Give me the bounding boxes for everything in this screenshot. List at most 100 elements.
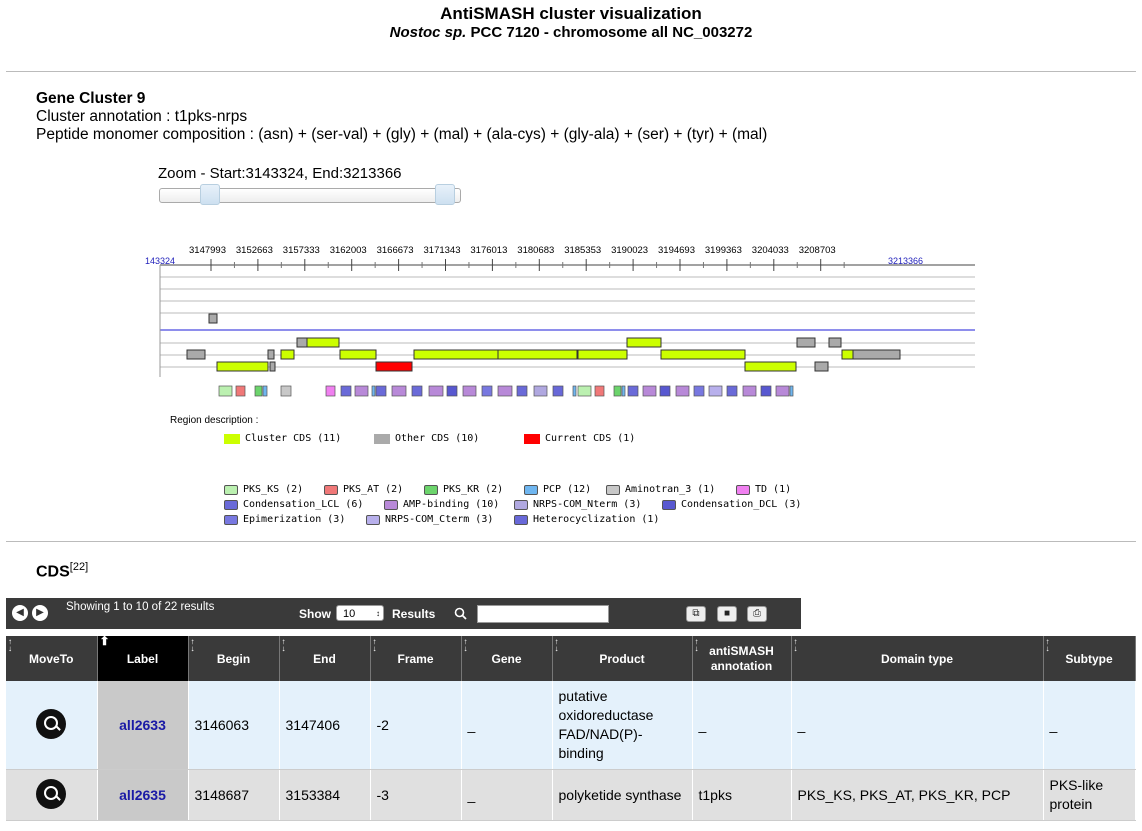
next-page-icon[interactable]: ▶ xyxy=(32,605,48,621)
domain-amp-binding[interactable] xyxy=(775,385,790,397)
domain-condensation-lcl[interactable] xyxy=(411,385,423,397)
cds-other[interactable] xyxy=(267,349,275,360)
domain-condensation-lcl[interactable] xyxy=(627,385,639,397)
domain-pcp[interactable] xyxy=(621,385,626,397)
domain-condensation-dcl[interactable] xyxy=(659,385,671,397)
domain-condensation-dcl[interactable] xyxy=(446,385,458,397)
save-icon[interactable]: ■ xyxy=(717,606,737,622)
domain-epimerization[interactable] xyxy=(693,385,705,397)
domain-amp-binding[interactable] xyxy=(497,385,513,397)
domain-pcp[interactable] xyxy=(371,385,376,397)
legend-label: Condensation_DCL (3) xyxy=(681,499,802,510)
domain-amp-binding[interactable] xyxy=(742,385,757,397)
magnifier-icon[interactable] xyxy=(36,708,67,739)
cds-other[interactable] xyxy=(852,349,901,360)
ruler-ticks: 3147993 3152663 3157333 3162003 3166673 31713… xyxy=(189,245,845,271)
cds-cluster[interactable] xyxy=(577,349,628,360)
cds-other[interactable] xyxy=(208,313,218,324)
domain-nrps-com-cterm[interactable] xyxy=(708,385,723,397)
domain-pks-ks[interactable] xyxy=(218,385,233,397)
domain-condensation-lcl[interactable] xyxy=(340,385,352,397)
domain-legend-item: PKS_KS (2) xyxy=(224,484,303,495)
col-product[interactable]: ↑ ↓ Product xyxy=(552,636,693,681)
domain-pcp[interactable] xyxy=(572,385,577,397)
divider xyxy=(6,71,1136,72)
cds-other[interactable] xyxy=(828,337,842,348)
domain-epimerization[interactable] xyxy=(481,385,493,397)
search-input[interactable] xyxy=(477,605,609,623)
results-summary: Showing 1 to 10 of 22 results xyxy=(66,601,215,613)
domain-amp-binding[interactable] xyxy=(354,385,369,397)
domain-nrps-com-nterm[interactable] xyxy=(533,385,548,397)
domain-aminotran[interactable] xyxy=(280,385,292,397)
domain-td[interactable] xyxy=(325,385,336,397)
cds-other[interactable] xyxy=(186,349,206,360)
cds-cluster[interactable] xyxy=(306,337,340,348)
col-label-sorted[interactable]: ⬆ Label xyxy=(97,635,189,681)
domain-legend-item: PKS_KR (2) xyxy=(424,484,503,495)
col-begin[interactable]: ↑ ↓ Begin xyxy=(188,636,280,681)
copy-icon[interactable]: ⧉ xyxy=(686,606,706,622)
domain-amp-binding[interactable] xyxy=(675,385,690,397)
domain-pks-at[interactable] xyxy=(235,385,246,397)
zoom-start-handle[interactable] xyxy=(200,184,220,205)
domain-pks-ks[interactable] xyxy=(577,385,592,397)
cds-cluster[interactable] xyxy=(626,337,662,348)
cds-cluster[interactable] xyxy=(660,349,746,360)
gene-label-link[interactable]: all2635 xyxy=(119,787,166,803)
col-gene[interactable]: ↑ ↓ Gene xyxy=(461,636,553,681)
domain-pcp[interactable] xyxy=(262,385,268,397)
domain-condensation-lcl[interactable] xyxy=(516,385,528,397)
cds-cluster[interactable] xyxy=(280,349,295,360)
cds-cluster[interactable] xyxy=(744,361,797,372)
prev-page-icon[interactable]: ◀ xyxy=(12,605,28,621)
domain-pks-kr[interactable] xyxy=(613,385,622,397)
col-moveto[interactable]: ↑ ↓ MoveTo xyxy=(6,636,98,681)
domain-pcp[interactable] xyxy=(789,385,794,397)
sort-arrows-icon: ↑ ↓ xyxy=(372,637,377,653)
legend-swatch xyxy=(224,433,240,444)
zoom-end-handle[interactable] xyxy=(435,184,455,205)
cds-other[interactable] xyxy=(796,337,816,348)
ruler-tick-label: 3194693 xyxy=(658,245,695,256)
col-annotation[interactable]: ↑ ↓ antiSMASH annotation xyxy=(692,636,792,681)
domain-condensation-lcl[interactable] xyxy=(375,385,387,397)
cds-cluster[interactable] xyxy=(841,349,854,360)
domain-condensation-dcl[interactable] xyxy=(760,385,772,397)
domain-condensation-lcl[interactable] xyxy=(726,385,738,397)
domain-amp-binding[interactable] xyxy=(462,385,477,397)
ruler-tick-label: 3204033 xyxy=(752,245,789,256)
domain-pks-kr[interactable] xyxy=(254,385,263,397)
print-icon[interactable]: ⎙ xyxy=(747,606,767,622)
gene-label-link[interactable]: all2633 xyxy=(119,717,166,733)
cds-cluster[interactable] xyxy=(413,349,499,360)
domain-heterocyclization[interactable] xyxy=(552,385,564,397)
legend-swatch xyxy=(366,514,380,525)
cds-legend-item: Current CDS (1) xyxy=(524,433,635,444)
magnifier-icon[interactable] xyxy=(36,778,67,809)
cds-cluster[interactable] xyxy=(339,349,377,360)
col-end[interactable]: ↑ ↓ End xyxy=(279,636,371,681)
cds-current[interactable] xyxy=(375,361,413,372)
domain-amp-binding[interactable] xyxy=(428,385,444,397)
col-subtype[interactable]: ↑ ↓ Subtype xyxy=(1043,636,1136,681)
ruler-tick-label: 3162003 xyxy=(330,245,367,256)
legend-label: PKS_AT (2) xyxy=(343,484,404,495)
cds-other[interactable] xyxy=(296,337,308,348)
cds-cluster[interactable] xyxy=(497,349,578,360)
sort-arrows-icon: ↑ ↓ xyxy=(190,637,195,653)
page-subtitle: Nostoc sp. PCC 7120 - chromosome all NC_… xyxy=(0,24,1142,41)
label-cell: all2635 xyxy=(97,769,189,821)
domain-amp-binding[interactable] xyxy=(391,385,407,397)
col-label: Product xyxy=(599,651,645,666)
domain-pks-at[interactable] xyxy=(594,385,605,397)
page-size-select[interactable]: 10 ↕ xyxy=(336,605,384,621)
col-domain-type[interactable]: ↑ ↓ Domain type xyxy=(791,636,1044,681)
cds-section-title: CDS[22] xyxy=(36,561,88,581)
cds-other[interactable] xyxy=(814,361,829,372)
cds-cluster[interactable] xyxy=(216,361,269,372)
col-frame[interactable]: ↑ ↓ Frame xyxy=(370,636,462,681)
domain-amp-binding[interactable] xyxy=(642,385,657,397)
begin-cell: 3148687 xyxy=(188,769,280,821)
cds-other[interactable] xyxy=(269,361,276,372)
